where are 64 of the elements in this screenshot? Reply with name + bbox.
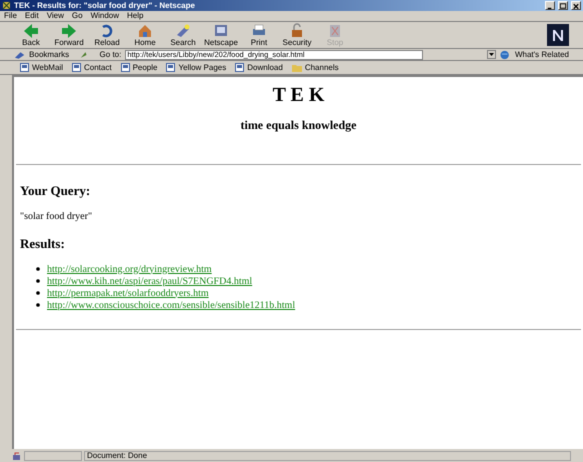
menu-item[interactable]: View [46,12,64,20]
bookmark-link[interactable]: Channels [292,63,339,72]
close-icon [572,2,580,10]
bookmark-link[interactable]: Download [235,63,283,72]
menu-item[interactable]: Go [72,12,83,20]
close-button[interactable] [571,1,581,10]
menu-item[interactable]: Window [90,12,120,20]
result-link[interactable]: http://www.kih.net/aspi/eras/paul/S7ENGFD4.html [47,274,252,288]
bookmarks-button[interactable]: Bookmarks [29,50,70,58]
menu-item[interactable]: File [4,12,17,20]
n-logo-icon [551,28,565,42]
page-icon [72,63,81,72]
back-arrow-icon [23,23,39,39]
house-icon [137,23,153,39]
forward-arrow-icon [61,23,77,39]
results-heading: Results: [20,234,65,252]
stop-icon [327,23,343,39]
status-panel [24,450,82,460]
result-link[interactable]: http://www.consciouschoice.com/sensible/sensible1211b.html [47,298,296,312]
toolbar-button[interactable]: Netscape [204,23,238,47]
toolbar-button[interactable]: Print [242,23,276,47]
page-icon [235,63,244,72]
bookmark-icon [14,50,26,60]
page-title: T E K [272,85,324,105]
bullet-icon [36,291,40,295]
app-icon [2,1,11,10]
search-icon [175,23,191,39]
menu-item[interactable]: Edit [24,12,39,20]
toolbar-button[interactable]: Search [166,23,200,47]
caret-icon [489,53,494,56]
window-title: TEK - Results for: "solar food dryer" - Netscape [14,2,196,10]
dropdown-button[interactable] [487,50,496,59]
result-link[interactable]: http://permapak.net/solarfooddryers.htm [47,286,209,300]
lock-icon [12,451,22,460]
page-subtitle: time equals knowledge [240,117,356,134]
toolbar-button[interactable]: Back [14,23,48,47]
bookmark-link[interactable]: WebMail [20,63,63,72]
query-heading: Your Query: [20,182,90,200]
go-to-label: Go to: [100,50,122,58]
toolbar-button[interactable]: Forward [52,23,86,47]
bullet-icon [36,267,40,271]
maximize-icon [559,2,567,10]
page-icon [166,63,176,72]
minimize-button[interactable] [545,1,555,10]
bullet-icon [36,303,40,307]
whats-related-button[interactable]: What's Related [514,50,569,58]
bullet-icon [36,279,40,283]
menu-item[interactable]: Help [127,12,144,20]
folder-icon [292,63,302,72]
page-icon [120,63,130,72]
maximize-button[interactable] [558,1,568,10]
toolbar-button[interactable]: Security [280,23,314,47]
toolbar-button[interactable]: Home [128,23,162,47]
status-text: Document: Done [87,452,148,460]
bookmark-link[interactable]: Contact [72,63,112,72]
bookmark-link[interactable]: Yellow Pages [166,63,226,72]
monitor-icon [213,23,229,39]
page-icon [20,63,29,72]
globe-icon [500,50,511,60]
location-icon [79,50,88,59]
result-link[interactable]: http://solarcooking.org/dryingreview.htm [47,262,212,276]
query-text: "solar food dryer" [20,210,92,224]
toolbar-button[interactable]: Reload [90,23,124,47]
bookmark-link[interactable]: People [120,63,158,72]
